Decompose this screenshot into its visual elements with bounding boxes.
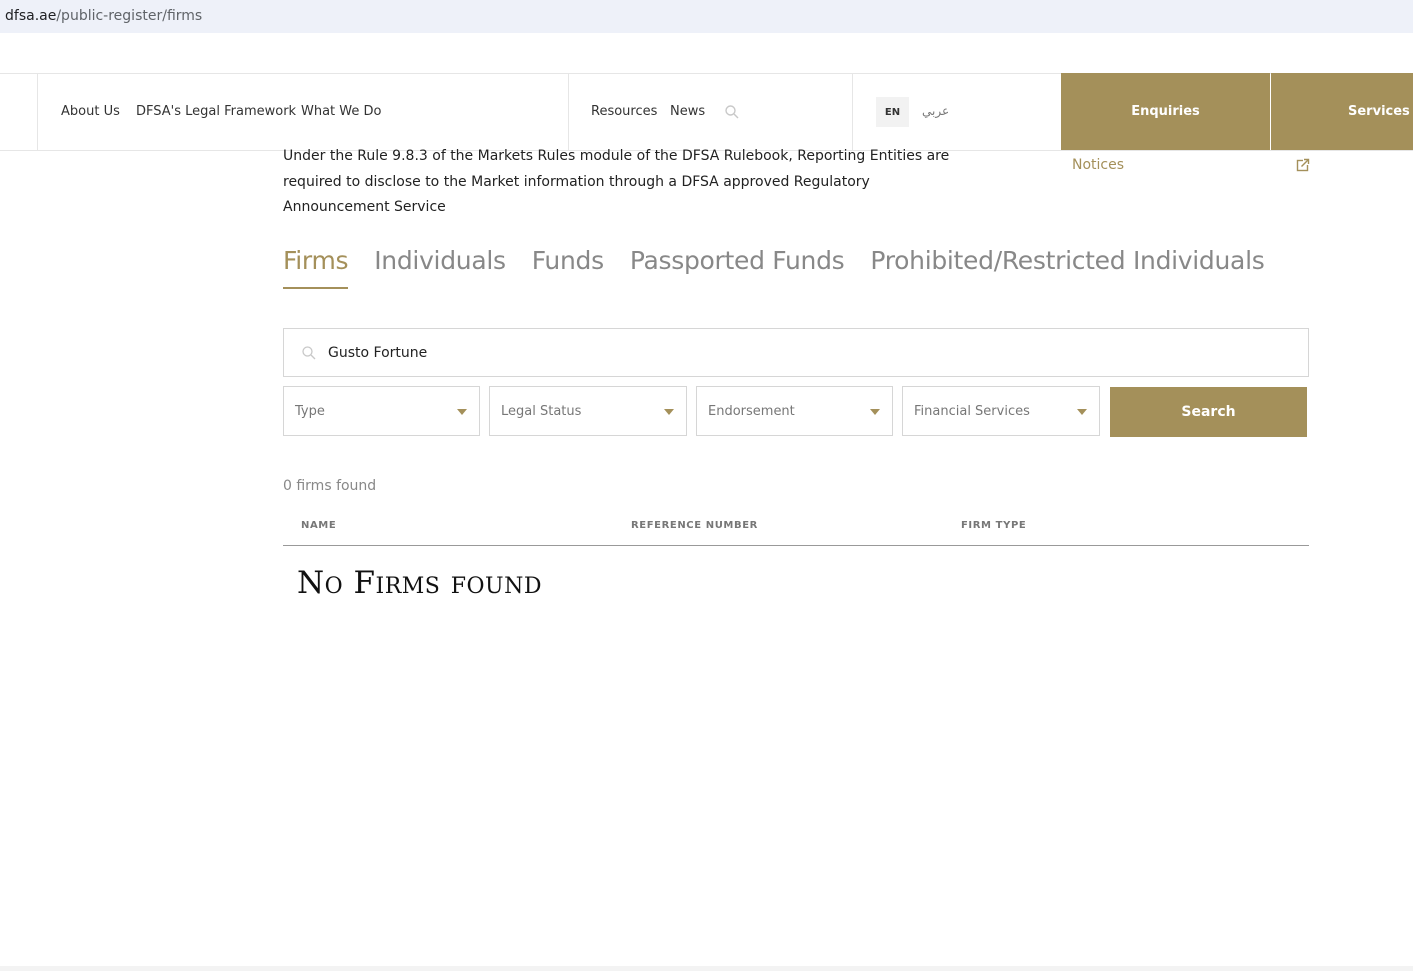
notices-link[interactable]: Notices xyxy=(1072,157,1124,173)
intro-paragraph: Under the Rule 9.8.3 of the Markets Rule… xyxy=(283,148,950,215)
tab-prohibited-restricted-individuals[interactable]: Prohibited/Restricted Individuals xyxy=(870,246,1264,290)
nav-link-what-we-do[interactable]: What We Do xyxy=(301,104,381,119)
legal-status-dropdown[interactable]: Legal Status xyxy=(489,386,687,436)
nav-link-resources[interactable]: Resources xyxy=(591,104,657,119)
financial-services-dropdown[interactable]: Financial Services xyxy=(902,386,1100,436)
dropdown-label: Financial Services xyxy=(914,404,1030,419)
nav-link-about-us[interactable]: About Us xyxy=(61,104,120,119)
search-button[interactable]: Search xyxy=(1110,387,1307,437)
dropdown-label: Endorsement xyxy=(708,404,795,419)
page-bottom-strip xyxy=(0,966,1413,971)
search-icon[interactable] xyxy=(724,104,740,120)
browser-address-bar[interactable]: dfsa.ae/public-register/firms xyxy=(0,0,1413,33)
search-icon xyxy=(302,346,316,360)
nav-divider xyxy=(568,74,569,150)
column-header-name[interactable]: NAME xyxy=(301,520,336,531)
column-header-reference-number[interactable]: REFERENCE NUMBER xyxy=(631,520,758,531)
column-header-firm-type[interactable]: FIRM TYPE xyxy=(961,520,1026,531)
services-button[interactable]: Services xyxy=(1271,73,1413,150)
caret-down-icon xyxy=(457,409,467,415)
nav-divider xyxy=(37,74,38,150)
table-header-divider xyxy=(283,545,1309,546)
type-dropdown[interactable]: Type xyxy=(283,386,480,436)
external-link-icon[interactable] xyxy=(1296,158,1310,172)
nav-link-news[interactable]: News xyxy=(670,104,705,119)
firm-search-input[interactable] xyxy=(328,329,1288,376)
nav-divider xyxy=(852,74,853,150)
tab-passported-funds[interactable]: Passported Funds xyxy=(630,246,845,290)
caret-down-icon xyxy=(1077,409,1087,415)
caret-down-icon xyxy=(870,409,880,415)
dropdown-label: Legal Status xyxy=(501,404,582,419)
endorsement-dropdown[interactable]: Endorsement xyxy=(696,386,893,436)
dropdown-label: Type xyxy=(295,404,325,419)
nav-link-legal-framework[interactable]: DFSA's Legal Framework xyxy=(136,104,296,119)
tab-firms[interactable]: Firms xyxy=(283,246,349,290)
no-results-message: No Firms found xyxy=(297,565,542,601)
url-text[interactable]: dfsa.ae/public-register/firms xyxy=(5,8,202,24)
enquiries-button[interactable]: Enquiries xyxy=(1061,73,1270,150)
firm-search-box xyxy=(283,328,1309,377)
caret-down-icon xyxy=(664,409,674,415)
language-en-button[interactable]: EN xyxy=(876,97,909,127)
tab-individuals[interactable]: Individuals xyxy=(374,246,506,290)
tab-funds[interactable]: Funds xyxy=(532,246,604,290)
register-tabs: Firms Individuals Funds Passported Funds… xyxy=(283,246,1265,290)
language-ar-button[interactable]: عربي xyxy=(922,104,949,118)
results-count: 0 firms found xyxy=(283,478,377,494)
